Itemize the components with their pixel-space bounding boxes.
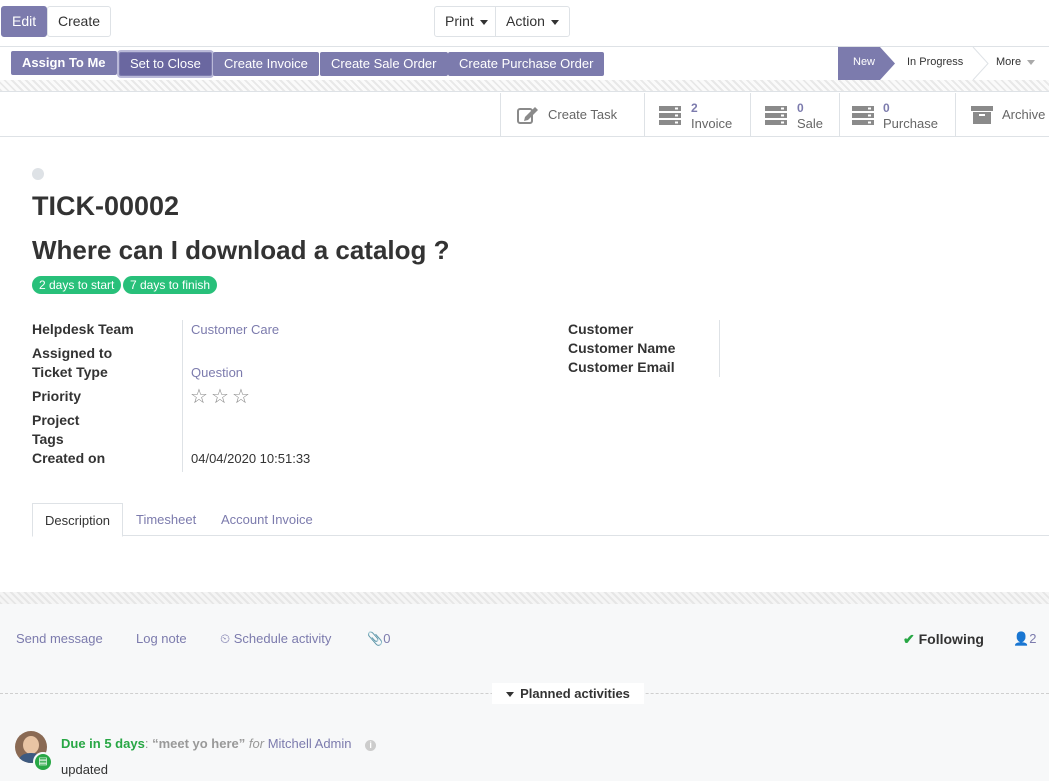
tab-timesheet[interactable]: Timesheet — [124, 503, 208, 536]
helpdesk-team-value[interactable]: Customer Care — [191, 322, 279, 337]
priority-star-icon[interactable]: ☆ — [232, 384, 250, 409]
assigned-to-label: Assigned to — [32, 345, 113, 361]
edit-button[interactable]: Edit — [1, 6, 48, 37]
schedule-activity-label: Schedule activity — [233, 631, 332, 646]
tags-label: Tags — [32, 431, 64, 447]
created-on-value: 04/04/2020 10:51:33 — [191, 451, 311, 466]
invoice-count: 2 — [691, 101, 698, 115]
edit-icon — [517, 107, 538, 124]
field-divider — [719, 320, 720, 377]
helpdesk-team-label: Helpdesk Team — [32, 321, 134, 337]
kanban-state-indicator[interactable] — [32, 168, 44, 180]
chevron-down-icon — [479, 19, 488, 25]
sale-count: 0 — [797, 101, 804, 115]
ticket-title[interactable]: Where can I download a catalog ? — [32, 235, 450, 266]
created-on-label: Created on — [32, 450, 106, 466]
stage-in-progress[interactable]: In Progress — [907, 47, 963, 80]
chevron-down-icon — [1027, 59, 1036, 65]
purchase-smart-button[interactable]: 0 Purchase — [839, 93, 955, 137]
planned-activities-label: Planned activities — [520, 686, 630, 701]
purchase-icon — [852, 106, 874, 125]
invoice-smart-button[interactable]: 2 Invoice — [644, 93, 750, 137]
planned-activities-toggle[interactable]: Planned activities — [492, 683, 644, 704]
activity-note: updated — [61, 762, 108, 777]
priority-label: Priority — [32, 388, 82, 404]
archive-button[interactable]: Archive — [955, 93, 1049, 137]
invoice-label: Invoice — [691, 116, 733, 131]
priority-star-icon[interactable]: ☆ — [211, 384, 229, 409]
ticket-type-value[interactable]: Question — [191, 365, 243, 380]
sale-icon — [765, 106, 787, 125]
ticket-reference: TICK-00002 — [32, 191, 180, 221]
log-note-button[interactable]: Log note — [136, 631, 187, 646]
attachments-button[interactable]: 📎0 — [367, 631, 390, 647]
schedule-activity-button[interactable]: ⏲ Schedule activity — [220, 631, 331, 647]
stage-new[interactable]: New — [853, 47, 875, 80]
archive-icon — [971, 106, 993, 124]
customer-name-label: Customer Name — [568, 340, 676, 356]
create-sale-order-button[interactable]: Create Sale Order — [320, 52, 448, 76]
activity-user[interactable]: Mitchell Admin — [268, 736, 352, 751]
project-label: Project — [32, 412, 80, 428]
create-button[interactable]: Create — [47, 6, 112, 37]
action-dropdown[interactable]: Action — [495, 6, 570, 37]
following-label: Following — [918, 631, 984, 647]
print-dropdown[interactable]: Print — [434, 6, 499, 37]
chatter-stripe — [0, 592, 1049, 604]
smart-button-row: Create Task 2 Invoice 0 Sale 0 Purchase … — [0, 93, 1049, 137]
sla-badge-finish: 7 days to finish — [123, 276, 218, 294]
create-invoice-button[interactable]: Create Invoice — [213, 52, 319, 76]
print-label: Print — [445, 13, 474, 29]
create-task-label: Create Task — [548, 107, 618, 122]
activity-type-icon: ▤ — [33, 752, 53, 772]
paperclip-icon: 📎 — [367, 631, 384, 646]
customer-label: Customer — [568, 321, 634, 337]
clock-icon: ⏲ — [220, 631, 231, 646]
field-divider — [182, 320, 183, 472]
followers-button[interactable]: 👤2 — [1013, 631, 1036, 647]
notebook-tabs: Description Timesheet Account Invoice — [32, 503, 1049, 537]
chevron-down-icon — [550, 19, 559, 25]
purchase-label: Purchase — [883, 116, 938, 131]
send-message-button[interactable]: Send message — [16, 631, 103, 646]
followers-count: 2 — [1029, 631, 1037, 646]
create-task-button[interactable]: Create Task — [500, 93, 644, 137]
activity-summary: “meet yo here” — [152, 736, 246, 751]
statusbar: Assign To Me Set to Close Create Invoice… — [0, 46, 1049, 80]
create-purchase-order-button[interactable]: Create Purchase Order — [448, 52, 605, 76]
check-icon: ✔ — [903, 631, 915, 647]
sale-label: Sale — [797, 116, 824, 131]
stage-more-label: More — [996, 56, 1022, 68]
activity-line: Due in 5 days: “meet yo here” for Mitche… — [61, 736, 377, 751]
sheet-background-stripe — [0, 80, 1049, 92]
sla-badge-start: 2 days to start — [32, 276, 122, 294]
info-icon[interactable]: i — [365, 740, 377, 751]
priority-star-icon[interactable]: ☆ — [190, 384, 208, 409]
action-label: Action — [506, 13, 545, 29]
stage-more-dropdown[interactable]: More — [996, 47, 1036, 80]
assign-to-me-button[interactable]: Assign To Me — [11, 51, 117, 75]
set-to-close-button[interactable]: Set to Close — [119, 52, 212, 76]
activity-due: Due in 5 days — [61, 736, 145, 751]
activity-for: for — [248, 736, 265, 751]
purchase-count: 0 — [883, 101, 890, 115]
tab-description[interactable]: Description — [32, 503, 124, 537]
ticket-type-label: Ticket Type — [32, 364, 108, 380]
attachment-count: 0 — [383, 631, 391, 646]
sale-smart-button[interactable]: 0 Sale — [750, 93, 839, 137]
invoice-icon — [659, 106, 681, 125]
caret-down-icon — [506, 692, 515, 698]
archive-label: Archive — [1002, 107, 1046, 122]
customer-email-label: Customer Email — [568, 359, 675, 375]
following-button[interactable]: ✔ Following — [903, 631, 984, 648]
tab-account-invoice[interactable]: Account Invoice — [209, 503, 325, 536]
user-icon: 👤 — [1013, 631, 1030, 646]
